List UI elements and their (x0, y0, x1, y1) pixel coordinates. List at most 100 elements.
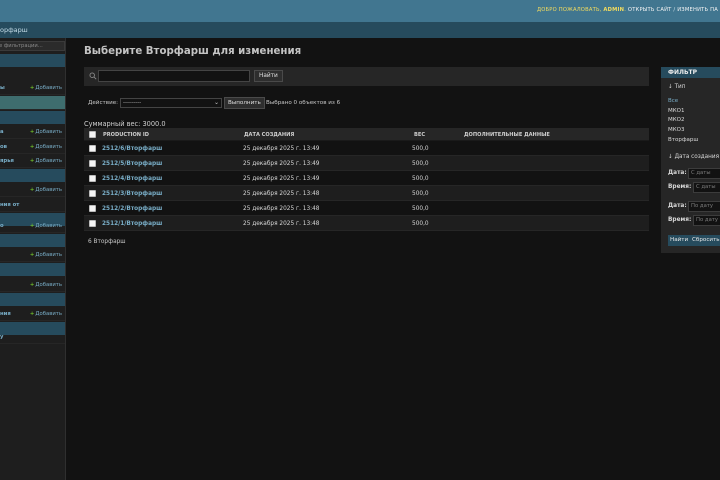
to-time-input[interactable]: По дату (693, 215, 720, 226)
table-header: PRODUCTION ID ДАТА СОЗДАНИЯ ВЕС ДОПОЛНИТ… (84, 128, 649, 141)
total-weight-summary: Суммарный вес: 3000.0 (84, 120, 166, 128)
filter-option-vtorfarsh[interactable]: Вторфарш (668, 137, 698, 143)
view-site-link[interactable]: ОТКРЫТЬ САЙТ (628, 7, 672, 13)
add-link[interactable]: +Добавить (30, 311, 62, 317)
action-select[interactable]: --------- ⌄ (120, 98, 222, 108)
sidebar-item-current[interactable] (0, 96, 65, 110)
weight: 500,0 (412, 146, 429, 152)
created-date: 25 декабря 2025 г. 13:48 (243, 221, 320, 227)
production-id-link[interactable]: 2512/2/Вторфарш (102, 206, 162, 212)
to-time-label: Время: (668, 217, 692, 223)
sidebar-item-label[interactable]: ов (0, 144, 7, 150)
table-row: 2512/2/Вторфарш 25 декабря 2025 г. 13:48… (84, 201, 649, 216)
user-tools: ДОБРО ПОЖАЛОВАТЬ, ADMIN. ОТКРЫТЬ САЙТ / … (537, 7, 718, 13)
sidebar-item-1[interactable]: ы +Добавить (0, 81, 65, 95)
actions-bar: Действие: --------- ⌄ Выполнить Выбрано … (84, 96, 649, 110)
nav-app-caption[interactable] (0, 234, 65, 247)
action-select-value: --------- (123, 100, 142, 106)
row-checkbox[interactable] (89, 145, 96, 152)
filter-option-mko3[interactable]: МКО3 (668, 127, 684, 133)
welcome-text: ДОБРО ПОЖАЛОВАТЬ, (537, 7, 602, 13)
sidebar-item-6[interactable]: +Добавить (0, 183, 65, 197)
production-id-link[interactable]: 2512/5/Вторфарш (102, 161, 162, 167)
production-id-link[interactable]: 2512/3/Вторфарш (102, 191, 162, 197)
column-header[interactable]: PRODUCTION ID (103, 132, 149, 138)
sidebar-item-7[interactable]: ния от (0, 198, 65, 212)
search-toolbar: Найти (84, 67, 649, 86)
nav-sidebar: е фильтрации... ы +Добавить а +Добавить … (0, 38, 66, 480)
created-date: 25 декабря 2025 г. 13:49 (243, 161, 320, 167)
filter-option-all[interactable]: Все (668, 98, 678, 104)
filter-option-mko2[interactable]: МКО2 (668, 117, 684, 123)
row-checkbox[interactable] (89, 220, 96, 227)
add-link[interactable]: +Добавить (30, 223, 62, 229)
search-input[interactable] (98, 70, 250, 82)
separator: / (673, 7, 676, 13)
production-id-link[interactable]: 2512/4/Вторфарш (102, 176, 162, 182)
column-header[interactable]: ДАТА СОЗДАНИЯ (244, 132, 294, 138)
sidebar-item-12[interactable]: у (0, 330, 65, 344)
created-date: 25 декабря 2025 г. 13:48 (243, 206, 320, 212)
add-link[interactable]: +Добавить (30, 282, 62, 288)
from-date-label: Дата: (668, 170, 687, 176)
from-time-input[interactable]: С даты (693, 182, 720, 193)
sidebar-item-label[interactable]: ярья (0, 158, 14, 164)
sidebar-item-label[interactable]: а (0, 129, 4, 135)
row-checkbox[interactable] (89, 205, 96, 212)
created-date: 25 декабря 2025 г. 13:49 (243, 176, 320, 182)
run-action-button[interactable]: Выполнить (224, 97, 265, 109)
nav-app-caption[interactable] (0, 54, 65, 67)
username: ADMIN (603, 7, 625, 13)
add-link[interactable]: +Добавить (30, 144, 62, 150)
sidebar-item-10[interactable]: +Добавить (0, 278, 65, 292)
sidebar-item-label[interactable]: ния от (0, 202, 19, 208)
sidebar-item-4[interactable]: ов +Добавить (0, 140, 65, 154)
nav-filter-input[interactable]: е фильтрации... (0, 41, 65, 51)
to-date-input[interactable]: По дату (688, 201, 720, 212)
sidebar-item-label[interactable]: ы (0, 85, 5, 91)
nav-app-caption[interactable] (0, 293, 65, 306)
table-row: 2512/6/Вторфарш 25 декабря 2025 г. 13:49… (84, 141, 649, 156)
sidebar-item-label[interactable]: ния (0, 311, 11, 317)
sidebar-item-label[interactable]: у (0, 334, 3, 340)
weight: 500,0 (412, 191, 429, 197)
add-link[interactable]: +Добавить (30, 129, 62, 135)
nav-app-caption[interactable] (0, 111, 65, 124)
action-label: Действие: (88, 100, 119, 106)
production-id-link[interactable]: 2512/1/Вторфарш (102, 221, 162, 227)
sidebar-item-3[interactable]: а +Добавить (0, 125, 65, 139)
result-table: PRODUCTION ID ДАТА СОЗДАНИЯ ВЕС ДОПОЛНИТ… (84, 128, 649, 231)
filter-type-heading[interactable]: ↓ Тип (668, 84, 685, 90)
filter-option-mko1[interactable]: МКО1 (668, 108, 684, 114)
nav-app-caption[interactable] (0, 263, 65, 276)
to-date-label: Дата: (668, 203, 687, 209)
add-link[interactable]: +Добавить (30, 252, 62, 258)
from-date-input[interactable]: С даты (688, 168, 720, 179)
sidebar-item-9[interactable]: +Добавить (0, 248, 65, 262)
row-checkbox[interactable] (89, 190, 96, 197)
table-row: 2512/1/Вторфарш 25 декабря 2025 г. 13:48… (84, 216, 649, 231)
row-checkbox[interactable] (89, 175, 96, 182)
from-time-label: Время: (668, 184, 692, 190)
column-header[interactable]: ВЕС (414, 132, 425, 138)
change-password-link[interactable]: ИЗМЕНИТЬ ПА (677, 7, 718, 13)
sidebar-item-label[interactable]: о (0, 223, 4, 229)
select-all-checkbox[interactable] (89, 131, 96, 138)
add-link[interactable]: +Добавить (30, 158, 62, 164)
sidebar-item-11[interactable]: ния +Добавить (0, 307, 65, 321)
sidebar-item-5[interactable]: ярья +Добавить (0, 154, 65, 168)
filter-reset-button[interactable]: Сбросить (690, 235, 720, 246)
column-header[interactable]: ДОПОЛНИТЕЛЬНЫЕ ДАННЫЕ (464, 132, 550, 138)
search-button[interactable]: Найти (254, 70, 283, 82)
plus-icon: + (29, 223, 35, 229)
paginator: 6 Вторфарш (88, 239, 126, 245)
filter-date-heading[interactable]: ↓ Дата создания (668, 154, 719, 160)
add-link[interactable]: +Добавить (30, 187, 62, 193)
sidebar-item-8[interactable]: о +Добавить (0, 219, 65, 233)
row-checkbox[interactable] (89, 160, 96, 167)
production-id-link[interactable]: 2512/6/Вторфарш (102, 146, 162, 152)
filter-search-button[interactable]: Найти (668, 235, 691, 246)
weight: 500,0 (412, 206, 429, 212)
add-link[interactable]: +Добавить (30, 85, 62, 91)
nav-app-caption[interactable] (0, 169, 65, 182)
